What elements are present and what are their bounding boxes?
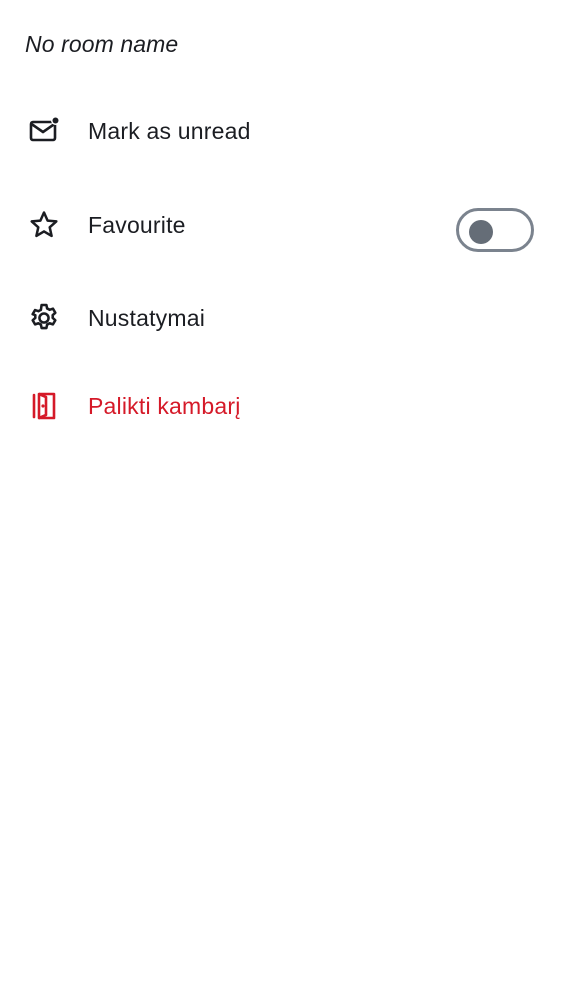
menu-item-label: Palikti kambarį <box>88 393 241 419</box>
menu-item-settings[interactable]: Nustatymai <box>0 282 562 354</box>
room-title: No room name <box>25 31 179 57</box>
gear-icon <box>26 300 62 336</box>
menu-item-mark-unread[interactable]: Mark as unread <box>0 95 562 167</box>
star-icon <box>26 207 62 243</box>
menu-item-label: Favourite <box>88 212 186 238</box>
menu-item-favourite[interactable]: Favourite <box>0 189 562 261</box>
menu-item-leave-room[interactable]: Palikti kambarį <box>0 370 562 442</box>
toggle-knob <box>469 220 493 244</box>
mail-unread-icon <box>26 113 62 149</box>
leave-door-icon <box>26 388 62 424</box>
favourite-toggle[interactable] <box>456 208 534 252</box>
menu-item-label: Mark as unread <box>88 118 251 144</box>
menu-item-label: Nustatymai <box>88 305 206 331</box>
room-context-menu-sheet: No room name Mark as unread Favourite Nu… <box>0 0 562 1000</box>
